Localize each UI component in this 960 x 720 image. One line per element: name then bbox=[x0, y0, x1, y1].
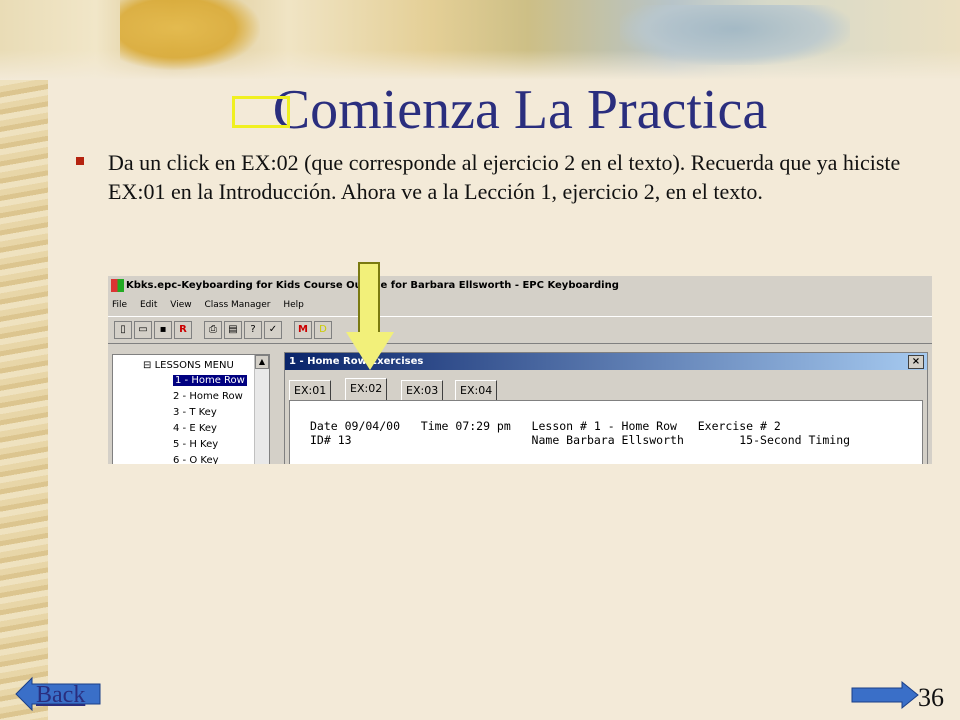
tree-item-4[interactable]: 4 - E Key bbox=[173, 421, 217, 436]
pointer-arrow-shaft bbox=[358, 262, 380, 336]
m-icon[interactable]: M bbox=[294, 321, 312, 339]
exercise-header-line1: Date 09/04/00 Time 07:29 pm Lesson # 1 -… bbox=[310, 419, 781, 433]
leaf-decoration bbox=[620, 5, 850, 65]
scroll-up-icon[interactable]: ▲ bbox=[255, 355, 269, 369]
tree-header[interactable]: ⊟ LESSONS MENU bbox=[143, 358, 234, 373]
bullet-marker bbox=[76, 157, 84, 165]
next-arrow-icon bbox=[851, 680, 919, 710]
tab-ex04[interactable]: EX:04 bbox=[455, 380, 498, 401]
page-number: 36 bbox=[918, 683, 944, 712]
tree-item-3[interactable]: 3 - T Key bbox=[173, 405, 217, 420]
exercise-tabs: EX:01 EX:02 EX:03 EX:04 bbox=[289, 378, 923, 401]
new-file-icon[interactable]: ▯ bbox=[114, 321, 132, 339]
pointer-arrow-head bbox=[346, 332, 394, 370]
bullet-text: Da un click en EX:02 (que corresponde al… bbox=[108, 150, 901, 204]
exercise-header-line2: ID# 13 Name Barbara Ellsworth 15-Second … bbox=[310, 433, 851, 447]
d-icon[interactable]: D bbox=[314, 321, 332, 339]
report-icon[interactable]: R bbox=[174, 321, 192, 339]
open-folder-icon[interactable]: ▭ bbox=[134, 321, 152, 339]
leaf-decoration bbox=[120, 0, 260, 70]
app-titlebar: Kbks.epc-Keyboarding for Kids Course Out… bbox=[108, 276, 932, 296]
tree-scrollbar[interactable]: ▲ bbox=[254, 355, 269, 464]
lessons-tree: ⊟ LESSONS MENU 1 - Home Row 2 - Home Row… bbox=[112, 354, 270, 464]
menu-class-manager[interactable]: Class Manager bbox=[204, 300, 270, 310]
save-icon[interactable]: ▪ bbox=[154, 321, 172, 339]
menu-bar: File Edit View Class Manager Help bbox=[108, 296, 932, 314]
menu-file[interactable]: File bbox=[112, 300, 127, 310]
context-help-icon[interactable]: ✓ bbox=[264, 321, 282, 339]
tab-ex02[interactable]: EX:02 bbox=[345, 378, 388, 401]
next-button[interactable] bbox=[850, 680, 920, 710]
back-label: Back bbox=[36, 682, 86, 708]
tab-ex03[interactable]: EX:03 bbox=[401, 380, 444, 401]
tree-item-5[interactable]: 5 - H Key bbox=[173, 437, 218, 452]
back-button[interactable]: Back bbox=[14, 676, 102, 712]
slide-title: Comienza La Practica bbox=[272, 79, 768, 141]
app-icon bbox=[111, 279, 124, 292]
help-icon[interactable]: ? bbox=[244, 321, 262, 339]
toolbar: ▯ ▭ ▪ R ⎙ ▤ ? ✓ M D bbox=[108, 316, 932, 344]
menu-view[interactable]: View bbox=[170, 300, 191, 310]
tab-highlight-box bbox=[232, 96, 290, 128]
menu-help[interactable]: Help bbox=[283, 300, 304, 310]
tree-item-1[interactable]: 1 - Home Row bbox=[173, 375, 247, 386]
print-icon[interactable]: ⎙ bbox=[204, 321, 222, 339]
tree-item-2[interactable]: 2 - Home Row bbox=[173, 389, 243, 404]
app-screenshot: Kbks.epc-Keyboarding for Kids Course Out… bbox=[108, 276, 932, 464]
tab-ex01[interactable]: EX:01 bbox=[289, 380, 332, 401]
close-icon[interactable]: × bbox=[908, 355, 924, 369]
tree-item-6[interactable]: 6 - O Key bbox=[173, 453, 219, 464]
menu-edit[interactable]: Edit bbox=[140, 300, 157, 310]
print-preview-icon[interactable]: ▤ bbox=[224, 321, 242, 339]
exercise-content: Date 09/04/00 Time 07:29 pm Lesson # 1 -… bbox=[289, 400, 923, 464]
